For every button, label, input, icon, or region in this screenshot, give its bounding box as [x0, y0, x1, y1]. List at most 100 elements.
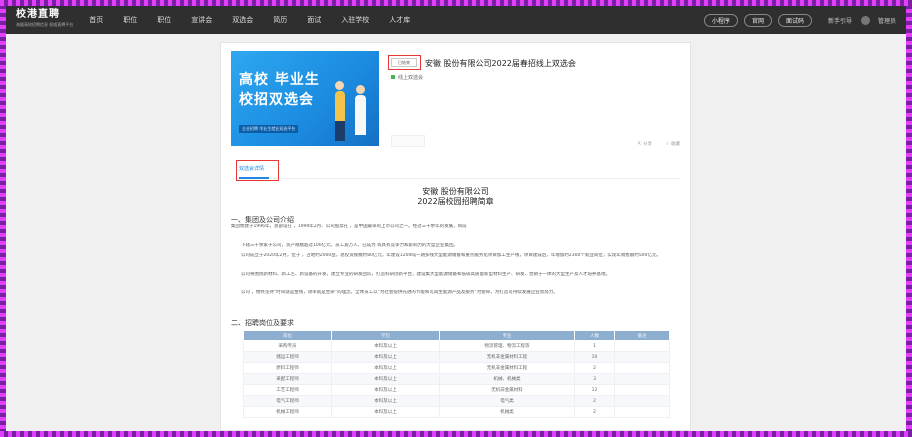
nav-item-jobs[interactable]: 职位 [113, 15, 147, 25]
table-row: 原料工程师 本科及以上 无机非金属材料工程 2 [243, 362, 670, 374]
intro-paragraph-4: 公司将围绕新材料、新工艺、新设备的开发，建立专业的研发团队，打造科研创新平台，建… [241, 272, 610, 277]
cell-major: 机械、机械类 [439, 373, 575, 385]
mini-program-button[interactable]: 小程序 [703, 13, 738, 27]
cell-count: 3 [574, 373, 615, 385]
cell-major: 电气类 [439, 395, 575, 407]
cell-remark [614, 351, 670, 363]
table-row: 采配工程师 本科及以上 机械、机械类 3 [243, 373, 670, 385]
cell-position: 工艺工程师 [243, 384, 332, 396]
intro-paragraph-2: 下辖三十余家子公司，资产规模超过100亿元，员工逾万人，已成为 等具有竞争力和影… [241, 243, 459, 248]
nav-item-job-fair[interactable]: 双选会 [222, 15, 263, 25]
cell-remark [614, 362, 670, 374]
avatar[interactable] [860, 15, 870, 25]
table-row: 机械工程师 本科及以上 机械类 2 [243, 406, 670, 418]
top-nav-bar: 校港直聘 海量高校招聘信息 权威直聘平台 首页 职位 职位 宣讲会 双选会 简历… [6, 6, 906, 34]
tag-dot-icon [391, 75, 395, 79]
cell-education: 本科及以上 [331, 395, 440, 407]
highlight-box-tab [236, 160, 279, 181]
table-header-row: 岗位 学历 专业 人数 备注 [243, 330, 670, 341]
share-button[interactable]: ⇱ 分享 [638, 141, 652, 147]
cell-education: 本科及以上 [331, 406, 440, 418]
cell-position: 机械工程师 [243, 406, 332, 418]
cell-education: 本科及以上 [331, 373, 440, 385]
cell-education: 本科及以上 [331, 340, 440, 352]
share-label: 分享 [643, 142, 652, 147]
official-site-button[interactable]: 官网 [743, 13, 772, 27]
nav-item-positions[interactable]: 职位 [147, 15, 181, 25]
banner-line-1: 高校 毕业生 [239, 72, 320, 88]
col-header-major: 专业 [439, 330, 575, 341]
browser-viewport: 校港直聘 海量高校招聘信息 权威直聘平台 首页 职位 职位 宣讲会 双选会 简历… [6, 6, 906, 431]
nav-item-talks[interactable]: 宣讲会 [181, 15, 222, 25]
person-illustration [335, 81, 344, 90]
cell-major: 无机非金属材料工程 [439, 351, 575, 363]
event-title: 安徽 股份有限公司2022届春招线上双选会 [425, 59, 576, 68]
table-row: 储运工程师 本科及以上 无机非金属材料工程 10 [243, 351, 670, 363]
cell-count: 10 [574, 351, 615, 363]
cell-remark [614, 373, 670, 385]
banner-tagline: 企业招聘 毕业生就业双选平台 [239, 125, 299, 133]
col-header-education: 学历 [331, 330, 440, 341]
cell-remark [614, 340, 670, 352]
col-header-position: 岗位 [243, 330, 332, 341]
cell-position: 采购专员 [243, 340, 332, 352]
collect-label: 收藏 [671, 142, 680, 147]
main-nav: 首页 职位 职位 宣讲会 双选会 简历 面试 入驻学校 人才库 [79, 15, 420, 25]
logo-text: 校港直聘 [16, 9, 60, 20]
cell-education: 本科及以上 [331, 384, 440, 396]
cell-major: 物流管理、物流工程等 [439, 340, 575, 352]
nav-item-resume[interactable]: 简历 [263, 15, 297, 25]
cell-position: 原料工程师 [243, 362, 332, 374]
nav-item-home[interactable]: 首页 [79, 15, 113, 25]
cell-position: 电气工程师 [243, 395, 332, 407]
banner-line-2: 校招双选会 [239, 92, 314, 108]
person-illustration-body [335, 91, 345, 121]
cell-count: 1 [574, 340, 615, 352]
guide-link[interactable]: 新手引导 [828, 16, 852, 25]
detail-tabs: 双选会详情 [231, 161, 680, 179]
intro-paragraph-3: 公司成立于2020年2月，位于 ，占地约2000亩，总投资规模约80亿元，年建设… [241, 253, 661, 258]
event-type-label: 线上双选会 [398, 75, 424, 81]
cell-education: 本科及以上 [331, 351, 440, 363]
person-illustration-2 [356, 85, 365, 94]
cell-remark [614, 406, 670, 418]
cell-major: 机械类 [439, 406, 575, 418]
cell-major: 无机非金属材料工程 [439, 362, 575, 374]
cell-count: 12 [574, 384, 615, 396]
highlight-box-status [388, 55, 421, 70]
intro-paragraph-1: 集团始建于1996年，总部设在 ，1999年2月、公司股票在 ，是中国最早的上市… [231, 224, 467, 229]
event-banner-image: 高校 毕业生 校招双选会 企业招聘 毕业生就业双选平台 [231, 51, 379, 146]
cell-remark [614, 395, 670, 407]
interview-code-button[interactable]: 面试码 [777, 13, 812, 27]
site-logo[interactable]: 校港直聘 海量高校招聘信息 权威直聘平台 [16, 10, 73, 30]
nav-item-talent-pool[interactable]: 人才库 [379, 15, 420, 25]
cell-position: 储运工程师 [243, 351, 332, 363]
collect-button[interactable]: ☆ 收藏 [666, 141, 680, 147]
cell-position: 采配工程师 [243, 373, 332, 385]
col-header-count: 人数 [574, 330, 615, 341]
header-actions: 小程序 官网 面试码 新手引导 管理员 [703, 13, 896, 27]
cell-remark [614, 384, 670, 396]
table-row: 工艺工程师 本科及以上 无机非金属材料 12 [243, 384, 670, 396]
cell-count: 2 [574, 406, 615, 418]
positions-table: 岗位 学历 专业 人数 备注 采购专员 本科及以上 物流管理、物流工程等 1 储… [243, 330, 670, 418]
section-heading-positions: 二、招聘岗位及要求 [231, 319, 294, 327]
col-header-remark: 备注 [614, 330, 670, 341]
person-illustration-legs [335, 121, 345, 141]
logo-subtitle: 海量高校招聘信息 权威直聘平台 [16, 22, 74, 27]
person-illustration-2-body [355, 95, 366, 135]
intro-paragraph-5: 公司 ，始终坚持“时间就是金钱，效率就是生命”的理念，全体员工以“为社会提供先进… [241, 290, 558, 295]
cell-count: 2 [574, 362, 615, 374]
nav-item-interview[interactable]: 面试 [297, 15, 331, 25]
job-fair-detail-card: 高校 毕业生 校招双选会 企业招聘 毕业生就业双选平台 已结束 安徽 股份有限公… [220, 42, 691, 431]
doc-subtitle: 2022届校园招聘简章 [417, 197, 494, 206]
nav-item-schools[interactable]: 入驻学校 [331, 15, 379, 25]
action-button[interactable] [391, 135, 425, 147]
cell-education: 本科及以上 [331, 362, 440, 374]
event-type-tag: 线上双选会 [391, 74, 423, 81]
table-row: 电气工程师 本科及以上 电气类 2 [243, 395, 670, 407]
cell-major: 无机非金属材料 [439, 384, 575, 396]
table-row: 采购专员 本科及以上 物流管理、物流工程等 1 [243, 340, 670, 352]
cell-count: 2 [574, 395, 615, 407]
user-name[interactable]: 管理员 [878, 16, 896, 25]
